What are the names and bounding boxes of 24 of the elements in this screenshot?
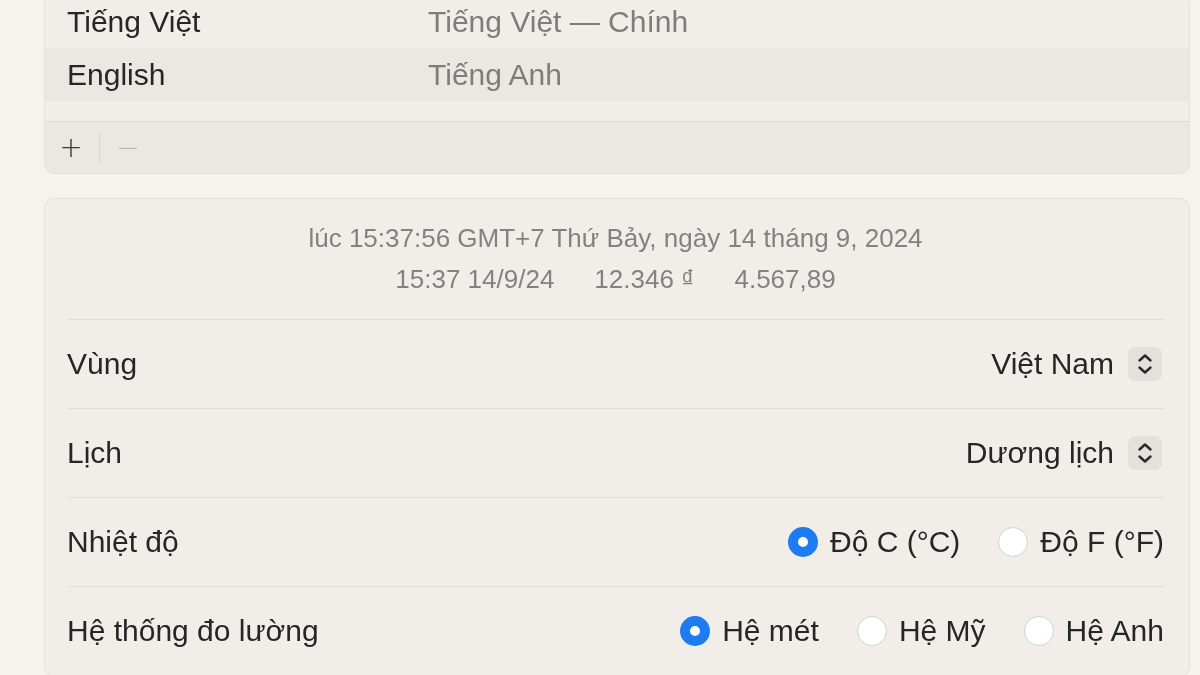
option-label: Độ F (°F) [1040,525,1164,559]
language-detail: Tiếng Việt — Chính [428,4,689,39]
format-sample: 4.567,89 [734,264,836,295]
language-name: Tiếng Việt [67,4,201,39]
setting-label: Lịch [67,436,123,470]
setting-label: Hệ thống đo lường [67,614,319,648]
option-label: Hệ Mỹ [898,614,986,648]
setting-label: Nhiệt độ [67,525,179,559]
option-label: Hệ Anh [1065,614,1164,648]
option-label: Hệ mét [722,614,819,648]
format-sample: 12.346 ₫ [594,264,695,295]
language-name: English [67,57,166,92]
language-detail: Tiếng Anh [428,57,562,92]
setting-label: Vùng [67,347,138,381]
add-button[interactable]: + [49,127,93,168]
up-down-chevron-icon [1128,347,1162,381]
up-down-chevron-icon [1128,436,1162,470]
option-label: Độ C (°C) [830,525,961,559]
date-time-preview: lúc 15:37:56 GMT+7 Thứ Bảy, ngày 14 tháng 9, 2024 [308,223,923,254]
radio-button[interactable] [680,616,711,646]
popup-button[interactable]: Việt Nam [991,347,1162,381]
radio-button[interactable] [788,527,818,557]
popup-button[interactable]: Dương lịch [965,436,1162,470]
format-sample: 15:37 14/9/24 [395,264,555,295]
